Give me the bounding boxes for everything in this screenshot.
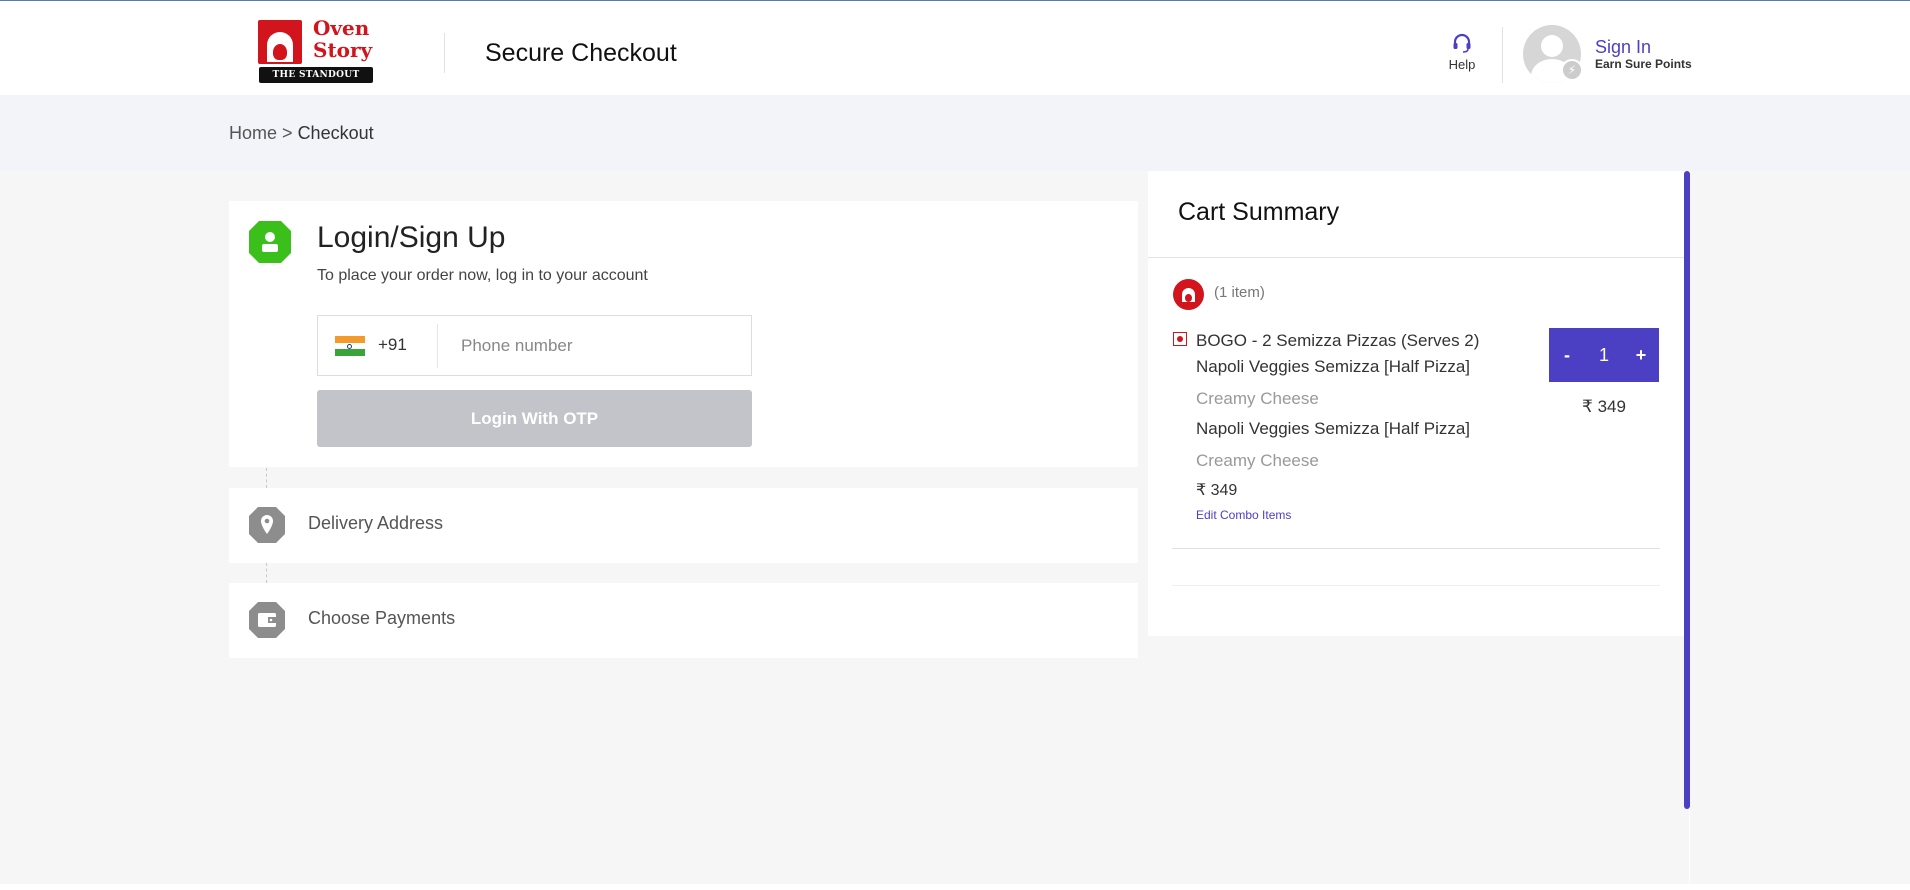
help-button[interactable]: Help [1440,31,1484,72]
user-icon [249,221,291,263]
wallet-icon [249,602,285,638]
oven-story-brand-icon [1173,279,1204,310]
combo-sub-item-addon: Creamy Cheese [1196,451,1319,470]
phone-input-group: +91 [317,315,752,376]
india-flag-icon[interactable] [335,336,365,356]
logo-tagline: THE STANDOUT PIZZA [259,67,373,96]
cart-summary: Cart Summary (1 item) BOGO - 2 Semizza P… [1148,171,1689,636]
oven-story-logo[interactable]: Oven Story THE STANDOUT PIZZA [258,16,374,96]
quantity-value: 1 [1598,345,1609,365]
breadcrumb: Home > Checkout [229,123,374,144]
sign-in-subtext: Earn Sure Points [1595,57,1692,71]
phone-number-input[interactable] [438,316,751,375]
site-header: Oven Story THE STANDOUT PIZZA Secure Che… [0,1,1910,96]
quantity-stepper: - 1 + [1549,328,1659,382]
headset-icon [1453,33,1471,53]
delivery-address-step[interactable]: Delivery Address [229,488,1138,563]
location-pin-icon [249,507,285,543]
cart-title: Cart Summary [1178,198,1340,226]
page-title: Secure Checkout [485,39,677,67]
cart-divider [1148,257,1689,258]
non-veg-mark-icon [1173,332,1187,346]
cart-bottom-divider [1172,585,1660,586]
edit-combo-items-link[interactable]: Edit Combo Items [1196,508,1291,522]
cart-scrollbar[interactable] [1684,171,1690,809]
breadcrumb-home[interactable]: Home [229,123,277,143]
increase-quantity-button[interactable]: + [1623,328,1659,382]
combo-price: ₹ 349 [1196,482,1238,499]
delivery-address-label: Delivery Address [308,513,444,533]
login-card: Login/Sign Up To place your order now, l… [229,201,1138,467]
combo-sub-item-name: Napoli Veggies Semizza [Half Pizza] [1196,357,1471,376]
breadcrumb-separator: > [282,123,293,143]
cart-item-name: BOGO - 2 Semizza Pizzas (Serves 2) [1196,331,1480,350]
login-subtitle: To place your order now, log in to your … [317,267,648,284]
header-divider-2 [1502,27,1503,83]
help-label: Help [1448,57,1476,72]
step-connector-2 [266,563,267,583]
step-connector [266,468,267,488]
login-with-otp-button[interactable]: Login With OTP [317,390,752,447]
login-title: Login/Sign Up [317,221,506,254]
page-bottom-edge [0,884,1910,890]
header-divider [444,33,445,73]
item-price: ₹ 349 [1582,397,1626,416]
combo-sub-item-addon: Creamy Cheese [1196,389,1319,408]
sign-in-label: Sign In [1595,37,1652,57]
sign-in-link[interactable]: Sign In Earn Sure Points [1595,37,1692,71]
choose-payments-step[interactable]: Choose Payments [229,583,1138,658]
cart-items-count: (1 item) [1214,284,1265,301]
choose-payments-label: Choose Payments [308,608,456,628]
oven-logo-icon [258,20,302,64]
decrease-quantity-button[interactable]: - [1549,328,1585,382]
breadcrumb-bar: Home > Checkout [0,95,1910,171]
points-badge-icon: ⚡ [1561,59,1583,81]
logo-wordmark: Oven Story [313,16,373,62]
breadcrumb-current: Checkout [297,123,374,143]
cart-item-divider [1172,548,1660,549]
combo-sub-item-name: Napoli Veggies Semizza [Half Pizza] [1196,419,1471,438]
country-code[interactable]: +91 [378,335,407,355]
